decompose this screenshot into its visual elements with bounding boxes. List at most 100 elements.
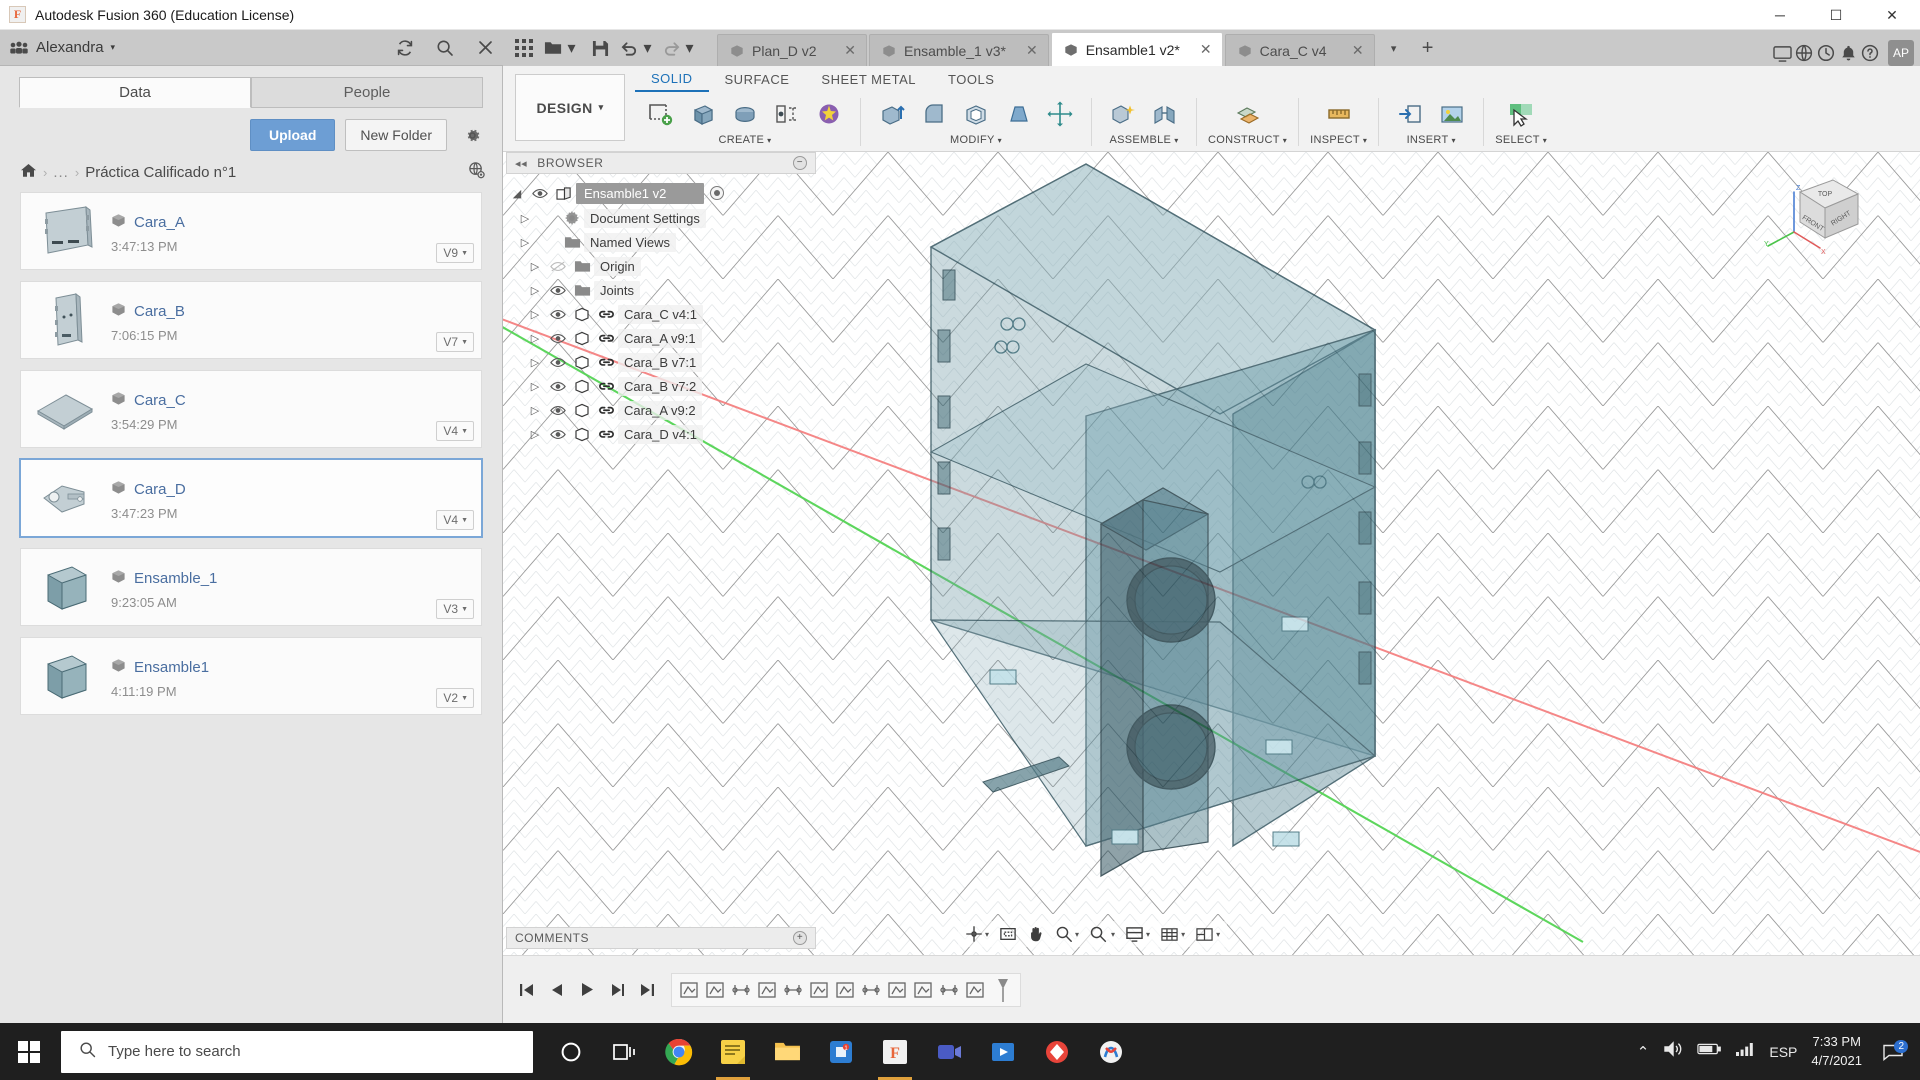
- version-badge[interactable]: V4 ▼: [436, 421, 474, 441]
- measure-icon[interactable]: [1319, 94, 1359, 134]
- tree-node-component[interactable]: ▷ Cara_C v4:1: [506, 302, 816, 326]
- version-badge[interactable]: V7 ▼: [436, 332, 474, 352]
- redo-icon[interactable]: ▾: [659, 30, 701, 66]
- tree-node-component[interactable]: ▷ Cara_D v4:1: [506, 422, 816, 446]
- new-component-icon[interactable]: [1103, 94, 1143, 134]
- insert-derive-icon[interactable]: [1390, 94, 1430, 134]
- autodesk-icon[interactable]: [1033, 1023, 1081, 1080]
- zoom-icon[interactable]: ▾: [1051, 923, 1083, 945]
- search-input[interactable]: Type here to search: [61, 1030, 533, 1073]
- create-more-icon[interactable]: [809, 94, 849, 134]
- close-panel-icon[interactable]: [475, 38, 495, 58]
- question-icon[interactable]: [1860, 43, 1880, 63]
- eye-off-icon[interactable]: [546, 261, 570, 272]
- close-icon[interactable]: ✕: [1014, 42, 1038, 59]
- expand-arrow-icon[interactable]: ▷: [524, 380, 546, 393]
- list-item-label[interactable]: Cara_D: [134, 481, 186, 498]
- avatar[interactable]: AP: [1888, 40, 1914, 66]
- chevron-down-icon[interactable]: ▾: [111, 42, 116, 53]
- chrome-icon[interactable]: [655, 1023, 703, 1080]
- fillet-icon[interactable]: [914, 94, 954, 134]
- tree-node-origin[interactable]: ▷ Origin: [506, 254, 816, 278]
- search-icon[interactable]: [435, 38, 455, 58]
- close-button[interactable]: ✕: [1864, 0, 1920, 30]
- version-badge[interactable]: V4 ▼: [436, 510, 474, 530]
- eye-icon[interactable]: [546, 357, 570, 368]
- play-icon[interactable]: [577, 980, 597, 1000]
- globe-icon[interactable]: [467, 161, 486, 184]
- hole-icon[interactable]: [767, 94, 807, 134]
- press-pull-icon[interactable]: [872, 94, 912, 134]
- list-item-label[interactable]: Cara_B: [134, 303, 185, 320]
- teams-icon[interactable]: [925, 1023, 973, 1080]
- expand-arrow-icon[interactable]: ◢: [506, 187, 528, 200]
- sketch-feature-icon[interactable]: [834, 979, 856, 1001]
- expand-arrow-icon[interactable]: ▷: [524, 308, 546, 321]
- joint-feature-icon[interactable]: [860, 979, 882, 1001]
- list-item[interactable]: Ensamble1 4:11:19 PM V2 ▼: [20, 637, 482, 715]
- ribbon-group-label[interactable]: CONSTRUCT ▾: [1208, 134, 1287, 146]
- battery-icon[interactable]: [1697, 1042, 1722, 1061]
- store-icon[interactable]: 1: [817, 1023, 865, 1080]
- movies-tv-icon[interactable]: [979, 1023, 1027, 1080]
- ribbon-group-label[interactable]: SELECT ▾: [1495, 134, 1547, 146]
- eye-icon[interactable]: [546, 285, 570, 296]
- tree-node-component[interactable]: ▷ Cara_A v9:2: [506, 398, 816, 422]
- list-item-label[interactable]: Ensamble_1: [134, 570, 217, 587]
- orbit-icon[interactable]: ▾: [961, 923, 993, 945]
- undo-icon[interactable]: ▾: [617, 30, 659, 66]
- joint-feature-icon[interactable]: [938, 979, 960, 1001]
- document-tab[interactable]: Ensamble_1 v3* ✕: [869, 34, 1049, 66]
- eye-icon[interactable]: [546, 309, 570, 320]
- gear-icon[interactable]: [461, 124, 483, 146]
- zoom-window-icon[interactable]: ▾: [1085, 923, 1119, 945]
- notification-icon[interactable]: 2: [1876, 1040, 1910, 1061]
- comments-panel[interactable]: COMMENTS +: [506, 927, 816, 949]
- tab-overflow-icon[interactable]: ▾: [1377, 30, 1411, 66]
- eye-icon[interactable]: [546, 381, 570, 392]
- ribbon-group-label[interactable]: MODIFY ▾: [950, 134, 1002, 146]
- breadcrumb-current-folder[interactable]: Práctica Calificado n°1: [85, 164, 236, 181]
- list-item[interactable]: Cara_B 7:06:15 PM V7 ▼: [20, 281, 482, 359]
- tab-tools[interactable]: TOOLS: [932, 66, 1010, 92]
- expand-arrow-icon[interactable]: ▷: [524, 260, 546, 273]
- document-tab-active[interactable]: Ensamble1 v2* ✕: [1050, 32, 1223, 66]
- tree-node-component[interactable]: ▷ Cara_A v9:1: [506, 326, 816, 350]
- job-status-icon[interactable]: [1772, 43, 1792, 63]
- offset-plane-icon[interactable]: [1228, 94, 1268, 134]
- tray-chevron-up-icon[interactable]: ⌃: [1637, 1043, 1650, 1061]
- collapse-icon[interactable]: ◂◂: [515, 157, 527, 170]
- joint-feature-icon[interactable]: [730, 979, 752, 1001]
- tree-node-document-settings[interactable]: ▷ Document Settings: [506, 206, 816, 230]
- tab-data[interactable]: Data: [19, 77, 251, 108]
- expand-arrow-icon[interactable]: ▷: [524, 284, 546, 297]
- close-icon[interactable]: ✕: [832, 42, 856, 59]
- tree-node-joints[interactable]: ▷ Joints: [506, 278, 816, 302]
- joint-feature-icon[interactable]: [782, 979, 804, 1001]
- list-item-label[interactable]: Cara_A: [134, 214, 185, 231]
- go-to-start-icon[interactable]: [517, 980, 537, 1000]
- volume-icon[interactable]: [1663, 1040, 1683, 1063]
- minimize-panel-icon[interactable]: −: [793, 156, 807, 170]
- refresh-icon[interactable]: [395, 38, 415, 58]
- expand-arrow-icon[interactable]: ▷: [524, 356, 546, 369]
- ribbon-group-label[interactable]: ASSEMBLE ▾: [1109, 134, 1178, 146]
- step-forward-icon[interactable]: [607, 980, 627, 1000]
- joint-icon[interactable]: [1145, 94, 1185, 134]
- tab-solid[interactable]: SOLID: [635, 66, 709, 92]
- tree-node-component[interactable]: ▷ Cara_B v7:2: [506, 374, 816, 398]
- language-indicator[interactable]: ESP: [1769, 1044, 1797, 1060]
- tab-people[interactable]: People: [251, 77, 483, 108]
- help-globe-icon[interactable]: [1794, 43, 1814, 63]
- insert-canvas-icon[interactable]: [1432, 94, 1472, 134]
- sketch-feature-icon[interactable]: [756, 979, 778, 1001]
- list-item[interactable]: Cara_C 3:54:29 PM V4 ▼: [20, 370, 482, 448]
- list-item-label[interactable]: Cara_C: [134, 392, 186, 409]
- document-tab[interactable]: Plan_D v2 ✕: [717, 34, 867, 66]
- display-settings-icon[interactable]: ▾: [1121, 923, 1154, 945]
- sketch-feature-icon[interactable]: [704, 979, 726, 1001]
- viewports-icon[interactable]: ▾: [1191, 923, 1224, 945]
- step-back-icon[interactable]: [547, 980, 567, 1000]
- tab-sheet-metal[interactable]: SHEET METAL: [805, 66, 932, 92]
- fit-icon[interactable]: [995, 923, 1021, 945]
